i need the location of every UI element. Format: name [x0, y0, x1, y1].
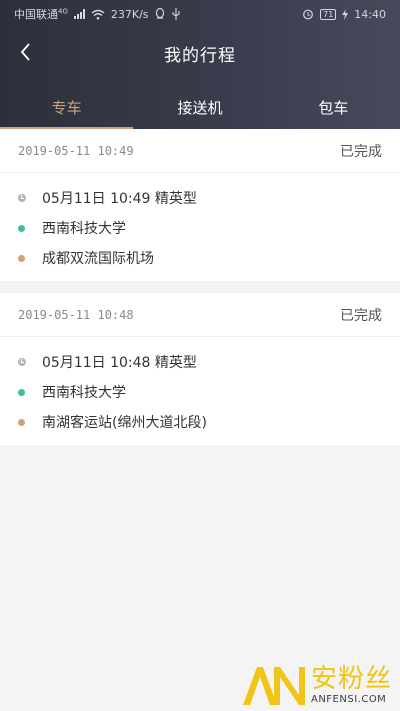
trip-list: 2019-05-11 10:49 已完成 05月11日 10:49 精英型 西南…: [0, 129, 400, 457]
tab-airport-transfer[interactable]: 接送机: [133, 86, 266, 129]
charging-icon: [342, 8, 349, 20]
alarm-icon: [303, 9, 314, 20]
trip-destination: 南湖客运站(绵州大道北段): [42, 415, 207, 431]
trip-origin-row: 西南科技大学: [0, 213, 400, 243]
network-speed: 237K/s: [110, 7, 149, 21]
trip-card[interactable]: 2019-05-11 10:48 已完成 05月11日 10:48 精英型 西南…: [0, 293, 400, 445]
carrier-label: 中国联通4G: [14, 6, 68, 22]
tab-charter[interactable]: 包车: [267, 86, 400, 129]
trip-card-header: 2019-05-11 10:49 已完成: [0, 129, 400, 173]
trip-time-detail: 05月11日 10:48 精英型: [42, 355, 197, 371]
trip-time-detail: 05月11日 10:49 精英型: [42, 191, 197, 207]
clock-time: 14:40: [354, 7, 386, 21]
watermark-text: 安粉丝 ANFENSI.COM: [311, 664, 392, 706]
trip-time-row: 05月11日 10:49 精英型: [0, 183, 400, 213]
qq-icon: [155, 8, 164, 19]
carrier-name: 中国联通: [14, 8, 58, 21]
back-arrow-icon: [20, 43, 30, 61]
trip-status: 已完成: [340, 307, 382, 324]
page-title: 我的行程: [164, 45, 236, 66]
trip-origin: 西南科技大学: [42, 221, 126, 237]
usb-icon: [171, 8, 180, 20]
trip-destination-row: 成都双流国际机场: [0, 243, 400, 273]
navigation-bar: 我的行程: [0, 30, 400, 76]
trip-datetime: 2019-05-11 10:48: [18, 307, 134, 322]
network-type: 4G: [58, 7, 68, 16]
status-bar: 中国联通4G 237K/s 71 14:40: [0, 0, 400, 28]
status-right: 71 14:40: [302, 8, 386, 21]
origin-dot-icon: [18, 388, 25, 396]
destination-dot-icon: [18, 254, 25, 262]
trip-origin-row: 西南科技大学: [0, 377, 400, 407]
trip-card[interactable]: 2019-05-11 10:49 已完成 05月11日 10:49 精英型 西南…: [0, 129, 400, 281]
signal-icon: [73, 9, 85, 19]
watermark-en: ANFENSI.COM: [310, 694, 387, 705]
origin-dot-icon: [18, 224, 25, 232]
trip-origin: 西南科技大学: [42, 385, 126, 401]
trip-time-row: 05月11日 10:48 精英型: [0, 347, 400, 377]
wifi-icon: [91, 9, 105, 20]
clock-icon: [18, 358, 26, 366]
an-logo-icon: [242, 667, 305, 705]
clock-icon: [18, 194, 26, 202]
trip-card-body: 05月11日 10:48 精英型 西南科技大学 南湖客运站(绵州大道北段): [0, 337, 400, 445]
trip-card-header: 2019-05-11 10:48 已完成: [0, 293, 400, 337]
watermark-cn: 安粉丝: [310, 664, 392, 694]
watermark-logo: 安粉丝 ANFENSI.COM: [241, 663, 392, 707]
trip-destination-row: 南湖客运站(绵州大道北段): [0, 407, 400, 437]
battery-icon: 71: [320, 8, 337, 20]
battery-level: 71: [323, 9, 334, 19]
tab-bar: 专车 接送机 包车: [0, 86, 400, 129]
tab-special-car[interactable]: 专车: [0, 86, 134, 129]
back-button[interactable]: [14, 38, 36, 66]
trip-status: 已完成: [340, 143, 382, 160]
trip-card-body: 05月11日 10:49 精英型 西南科技大学 成都双流国际机场: [0, 173, 400, 281]
trip-datetime: 2019-05-11 10:49: [18, 143, 134, 158]
destination-dot-icon: [18, 418, 25, 426]
trip-destination: 成都双流国际机场: [42, 251, 154, 267]
status-left: 中国联通4G 237K/s: [14, 6, 181, 22]
